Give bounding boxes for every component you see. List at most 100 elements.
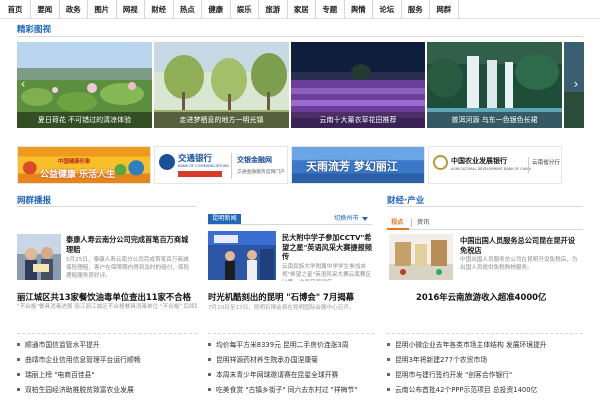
mid-dashed-divider (208, 333, 374, 334)
ad-adbc-sub: AGRICULTURAL DEVELOPMENT BANK OF CHINA (451, 167, 531, 171)
mid-photo (208, 231, 276, 280)
ad-bocom-right1: 交银金融网 (237, 156, 272, 164)
list-item[interactable]: 瑞丽上榜 "电商百佳县" (17, 368, 197, 383)
gallery-next-arrow[interactable]: › (571, 76, 581, 92)
right-news-list: 昆明小微企业去年各类市场主体结构 发展环境提升 昆明3年将新建277个农贸市场 … (387, 338, 585, 398)
right-section-divider (387, 206, 583, 207)
right-tab-active-indicator (387, 228, 409, 230)
ad-adbc[interactable]: 中国农业发展银行 AGRICULTURAL DEVELOPMENT BANK O… (428, 146, 562, 184)
mid-section-divider (208, 224, 372, 225)
ad-health-line1: 中国健康形象 (58, 159, 91, 165)
nav-item-home-living[interactable]: 家居 (288, 0, 316, 19)
list-item[interactable]: 云南公布首批42个PPP示范项目 总投资1400亿 (387, 383, 585, 398)
mid-city-tag[interactable]: 昆明新闻 (208, 214, 241, 224)
right-dashed-divider (387, 333, 583, 334)
list-item[interactable]: 昆明小微企业去年各类市场主体结构 发展环境提升 (387, 338, 585, 353)
nav-item-news[interactable]: 要闻 (31, 0, 60, 19)
ad-lijiang[interactable]: 天雨流芳 梦幻丽江 (291, 146, 425, 184)
mid-headline-image[interactable] (208, 231, 276, 280)
gallery-photo-waterfall[interactable]: 普洱河源 乌东一色银色长裙 (427, 42, 562, 128)
nav-item-services[interactable]: 服务 (402, 0, 430, 19)
mid-news-list: 均价每平方米8339元 昆明二手房价连涨3周 昆明祥源药材养生院承办国涅康菊 本… (208, 338, 376, 398)
bullet-icon (208, 358, 211, 361)
ad-adbc-branch: 云南省分行 (532, 160, 560, 166)
left-dashed-divider (17, 333, 197, 334)
gallery-photo-trees[interactable]: 走进梦栖息的地方一明光镇 (154, 42, 289, 128)
right-tab-separator (411, 219, 412, 227)
ad-bocom-sub: BANK OF COMMUNICATIONS (178, 164, 229, 168)
right-big-title[interactable]: 2016年云南旅游收入超准4000亿 (416, 291, 546, 303)
ad-adbc-name: 中国农业发展银行 (451, 157, 507, 165)
gallery-photo-lotus[interactable]: 夏日荷花 不可错过的清凉体验 (17, 42, 152, 128)
list-item[interactable]: 昆明市与建行签约开发 "创客合作银行" (387, 368, 585, 383)
nav-item-government[interactable]: 政务 (60, 0, 88, 19)
bullet-icon (387, 343, 390, 346)
photo-gallery: 夏日荷花 不可错过的清凉体验 走进梦栖息的地方一明光镇 云南十大薰衣草花田推荐 (0, 42, 600, 128)
ad-health-line2: 公益健康 乐活人生 (40, 170, 116, 180)
chevron-down-icon[interactable] (362, 217, 368, 221)
bullet-icon (208, 343, 211, 346)
list-item[interactable]: 昆明3年将新建277个农贸市场 (387, 353, 585, 368)
bullet-icon (387, 388, 390, 391)
ad-adbc-divider (528, 157, 529, 173)
right-headline-desc: 中国出国人员服务总公司在昆明开设免税店，为出国人员提供免税购物服务。 (460, 257, 578, 271)
list-item[interactable]: 均价每平方米8339元 昆明二手房价连涨3周 (208, 338, 376, 353)
left-section-title: 网群播报 (17, 196, 52, 206)
bullet-icon (17, 373, 20, 376)
mid-switch-city[interactable]: 切换州市 (330, 214, 363, 224)
gallery-prev-arrow[interactable]: ‹ (18, 76, 28, 92)
nav-item-hot[interactable]: 热点 (174, 0, 202, 19)
bullet-icon (387, 358, 390, 361)
ad-bocom-red-bar (178, 171, 222, 177)
bocom-logo-icon (159, 154, 175, 170)
gallery-divider (17, 36, 583, 37)
nav-item-travel[interactable]: 旅游 (259, 0, 288, 19)
ad-lijiang-text: 天雨流芳 梦幻丽江 (306, 160, 398, 173)
nav-item-finance[interactable]: 财经 (145, 0, 174, 19)
ad-health-image[interactable]: 中国健康形象 公益健康 乐活人生 (17, 146, 151, 184)
nav-item-entertainment[interactable]: 娱乐 (231, 0, 259, 19)
mid-headline-desc: 云南民族大学附属中学学生参加央视"希望之星"英语风采大赛云南赛区比赛，选手获奖频… (282, 264, 372, 281)
bullet-icon (17, 343, 20, 346)
left-big-title[interactable]: 丽江城区共13家餐饮油毒单位查出11家不合格 (17, 291, 191, 303)
nav-item-forum[interactable]: 论坛 (373, 0, 402, 19)
left-news-list: 顺通市国信监管水平提升 曲靖市企业信用信息管理平台运行顺畅 瑞丽上榜 "电商百佳… (17, 338, 197, 398)
list-item[interactable]: 昆明祥源药材养生院承办国涅康菊 (208, 353, 376, 368)
nav-item-video[interactable]: 网视 (117, 0, 145, 19)
bullet-icon (208, 388, 211, 391)
list-item[interactable]: 曲靖市企业信用信息管理平台运行顺畅 (17, 353, 197, 368)
right-tab-news[interactable]: 资讯 (413, 218, 433, 228)
nav-item-pictures[interactable]: 图片 (88, 0, 117, 19)
right-headline-title[interactable]: 中国出国人员服务总公司昆在昆开设免税店 (460, 236, 580, 255)
right-tab-viewpoint[interactable]: 视点 (387, 218, 407, 228)
nav-item-home[interactable]: 首页 (0, 0, 31, 19)
list-item[interactable]: 本周末青少年网球邀请赛在昆星全球开赛 (208, 368, 376, 383)
left-headline-title[interactable]: 泰康人寿云南分公司完成首笔百万商城理赔 (66, 235, 194, 254)
gallery-caption: 走进梦栖息的地方一明光镇 (154, 112, 289, 128)
left-headline-image[interactable] (17, 234, 61, 280)
left-section-divider (17, 206, 197, 207)
list-item[interactable]: 吃美食赏 "古镇乡街子" 同六去东村过 "祥梅节" (208, 383, 376, 398)
bullet-icon (208, 373, 211, 376)
nav-item-network-group[interactable]: 网群 (430, 0, 459, 19)
ad-bocom[interactable]: 交通银行 BANK OF COMMUNICATIONS 交银金融网 交通金融服务… (154, 146, 288, 184)
mid-big-title[interactable]: 时光机酷刻出的昆明 "石博会" 7月揭幕 (208, 291, 354, 303)
bullet-icon (17, 388, 20, 391)
bullet-icon (387, 373, 390, 376)
ad-bocom-divider (231, 153, 232, 179)
ad-bocom-right2: 交通金融服务官网门户 (237, 170, 285, 175)
nav-item-public-opinion[interactable]: 舆情 (345, 0, 373, 19)
right-photo (389, 234, 453, 280)
top-nav: 首页 要闻 政务 图片 网视 财经 热点 健康 娱乐 旅游 家居 专题 舆情 论… (0, 0, 600, 19)
gallery-photo-lavender[interactable]: 云南十大薰衣草花田推荐 (291, 42, 425, 128)
right-tabs-divider (387, 229, 583, 230)
nav-item-health[interactable]: 健康 (202, 0, 231, 19)
list-item[interactable]: 双柏生园经济助推脱贫致富农业发展 (17, 383, 197, 398)
right-headline-image[interactable] (389, 234, 453, 280)
gallery-caption: 夏日荷花 不可错过的清凉体验 (17, 112, 152, 128)
nav-item-topics[interactable]: 专题 (316, 0, 345, 19)
mid-headline-title[interactable]: 民大附中学子参加CCTV"希望之星"英语风采大赛捷报频传 (282, 233, 374, 262)
list-item[interactable]: 顺通市国信监管水平提升 (17, 338, 197, 353)
adbc-logo-icon (433, 155, 448, 170)
ad-bocom-name: 交通银行 (178, 154, 213, 164)
